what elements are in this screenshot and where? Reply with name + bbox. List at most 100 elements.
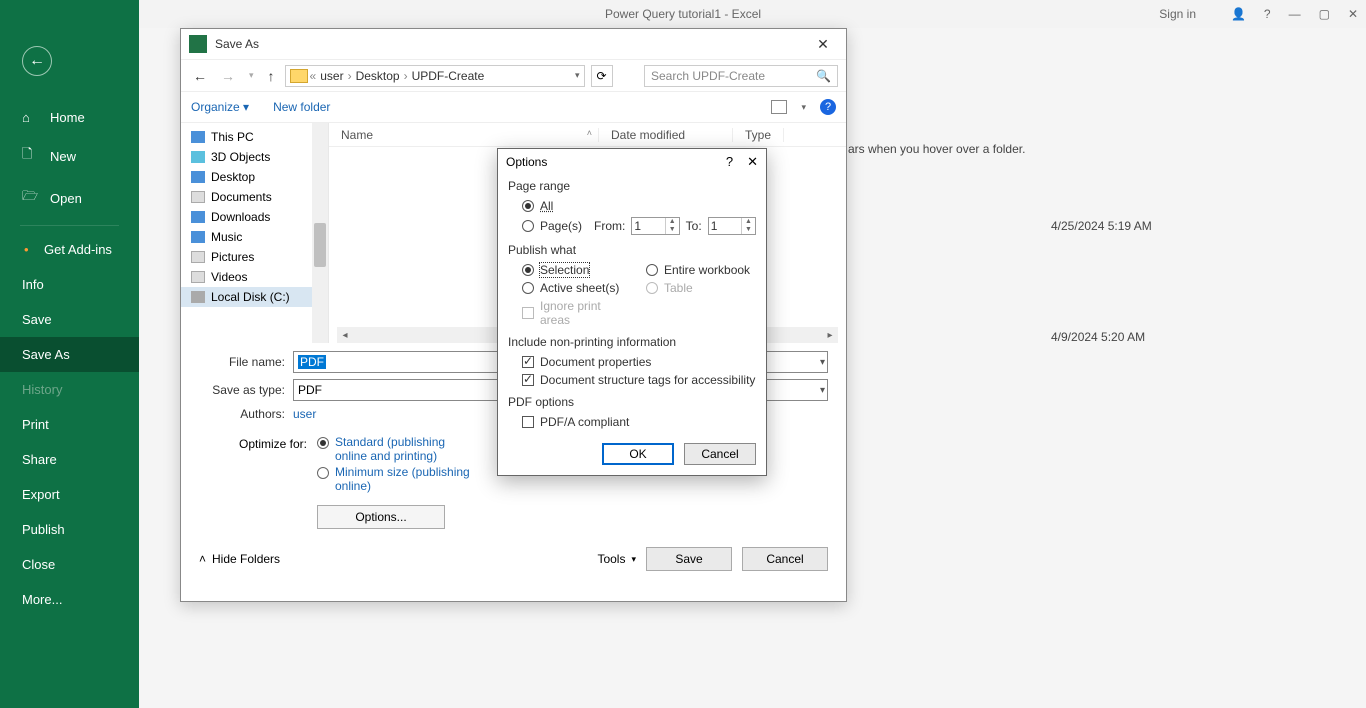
authors-value[interactable]: user [293,407,316,421]
tree-item-documents[interactable]: Documents [181,187,328,207]
sidebar-item-saveas[interactable]: Save As [0,337,139,372]
close-icon[interactable]: ✕ [1348,7,1358,21]
options-close-icon[interactable]: ✕ [747,154,758,170]
pdfoptions-label: PDF options [508,395,756,409]
chevron-down-icon[interactable]: ▾ [575,70,580,81]
col-name[interactable]: Name˄ [329,128,599,142]
sidebar-item-addins[interactable]: Get Add-ins [0,232,139,267]
optimize-standard-radio[interactable] [317,437,329,449]
scroll-right-icon[interactable]: ▸ [822,330,838,341]
from-spinner[interactable]: 1▲▼ [631,217,679,235]
save-button[interactable]: Save [646,547,732,571]
signin-link[interactable]: Sign in [1159,7,1196,21]
col-date[interactable]: Date modified [599,128,733,142]
sidebar-item-close[interactable]: Close [0,547,139,582]
scroll-left-icon[interactable]: ◂ [337,330,353,341]
tree-item-desktop[interactable]: Desktop [181,167,328,187]
sidebar-item-share[interactable]: Share [0,442,139,477]
nav-forward-icon: → [217,68,239,84]
sidebar-item-print[interactable]: Print [0,407,139,442]
filename-value: PDF [298,355,326,369]
options-help-icon[interactable]: ? [726,154,733,170]
pdfa-checkbox[interactable] [522,416,534,428]
tree-item-3dobjects[interactable]: 3D Objects [181,147,328,167]
ok-button[interactable]: OK [602,443,674,465]
maximize-icon[interactable]: ▢ [1319,7,1330,21]
chevron-down-icon[interactable]: ▾ [801,102,806,113]
pages-radio[interactable] [522,220,534,232]
tools-menu[interactable]: Tools ▾ [597,552,636,566]
nav-up-icon[interactable]: ↑ [264,68,279,84]
selection-radio[interactable] [522,264,534,276]
sidebar-item-home[interactable]: ⌂Home [0,100,139,135]
savetype-dropdown-icon[interactable]: ▾ [820,385,825,396]
active-radio[interactable] [522,282,534,294]
all-radio[interactable] [522,200,534,212]
nav-down-icon[interactable]: ▾ [245,70,258,81]
filename-dropdown-icon[interactable]: ▾ [820,357,825,368]
search-input[interactable]: Search UPDF-Create 🔍 [644,65,838,87]
sidebar-item-more[interactable]: More... [0,582,139,617]
window-title: Power Query tutorial1 - Excel [605,7,761,21]
tree-scrollbar[interactable] [312,123,328,343]
entire-radio[interactable] [646,264,658,276]
sidebar-label: Print [22,417,49,432]
back-button[interactable]: ← [22,46,52,76]
tree-item-thispc[interactable]: This PC [181,127,328,147]
sidebar-item-save[interactable]: Save [0,302,139,337]
tree-scrollthumb[interactable] [314,223,326,267]
sidebar-label: History [22,382,62,397]
options-dialog: Options ? ✕ Page range All Page(s) From:… [497,148,767,476]
sidebar-label: Save [22,312,52,327]
tags-checkbox[interactable] [522,374,534,386]
savetype-label: Save as type: [199,383,285,397]
active-label: Active sheet(s) [540,281,619,295]
sidebar-item-new[interactable]: 🗋New [0,135,139,177]
breadcrumb-user[interactable]: user [318,69,345,83]
options-title: Options [506,155,547,169]
spin-down-icon[interactable]: ▼ [742,226,755,234]
options-button[interactable]: Options... [317,505,445,529]
breadcrumb-desktop[interactable]: Desktop [354,69,402,83]
saveas-close-icon[interactable]: ✕ [808,36,838,53]
tree-item-videos[interactable]: Videos [181,267,328,287]
sidebar-item-history: History [0,372,139,407]
view-icon[interactable] [771,100,787,114]
tree-item-pictures[interactable]: Pictures [181,247,328,267]
tree-item-music[interactable]: Music [181,227,328,247]
refresh-button[interactable]: ⟳ [591,65,613,87]
docprops-checkbox[interactable] [522,356,534,368]
to-spinner[interactable]: 1▲▼ [708,217,756,235]
pdfa-label: PDF/A compliant [540,415,629,429]
sidebar-item-open[interactable]: 🗁Open [0,177,139,219]
sidebar-item-info[interactable]: Info [0,267,139,302]
nav-back-icon[interactable]: ← [189,68,211,84]
options-cancel-button[interactable]: Cancel [684,443,756,465]
sidebar-item-export[interactable]: Export [0,477,139,512]
sidebar-label: Publish [22,522,65,537]
minimize-icon[interactable]: — [1289,7,1301,21]
help-icon[interactable]: ? [1264,7,1271,21]
cancel-button[interactable]: Cancel [742,547,828,571]
tree-item-downloads[interactable]: Downloads [181,207,328,227]
downloads-icon [191,211,205,223]
newfolder-button[interactable]: New folder [273,100,330,114]
address-bar[interactable]: « user › Desktop › UPDF-Create ▾ [285,65,585,87]
ignore-checkbox [522,307,534,319]
hide-folders-button[interactable]: ˄Hide Folders [199,552,280,566]
sidebar-label: Info [22,277,44,292]
spin-up-icon[interactable]: ▲ [666,218,679,226]
breadcrumb-updf[interactable]: UPDF-Create [410,69,487,83]
share-icon[interactable]: 👤 [1231,7,1246,21]
spin-up-icon[interactable]: ▲ [742,218,755,226]
home-icon: ⌂ [22,110,38,125]
organize-menu[interactable]: Organize ▾ [191,100,249,114]
spin-down-icon[interactable]: ▼ [666,226,679,234]
tree-item-localdisk[interactable]: Local Disk (C:)▾ [181,287,328,307]
saveas-title: Save As [215,37,259,51]
col-type[interactable]: Type [733,128,784,142]
options-titlebar: Options ? ✕ [498,149,766,175]
sidebar-item-publish[interactable]: Publish [0,512,139,547]
optimize-minimum-radio[interactable] [317,467,329,479]
help-icon[interactable]: ? [820,99,836,115]
